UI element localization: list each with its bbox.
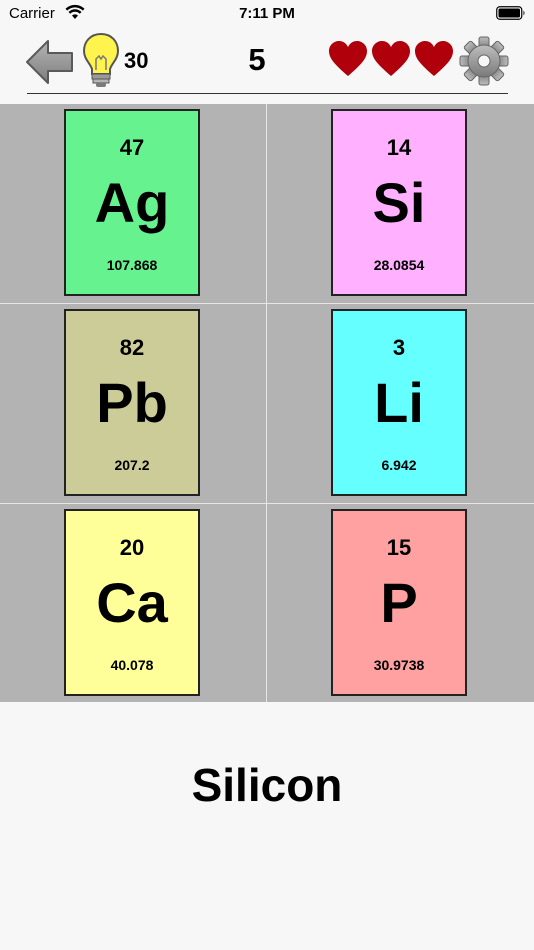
atomic-number: 47 [119,135,145,160]
heart-icon [372,41,410,76]
element-symbol: Ca [96,571,168,634]
atomic-mass: 107.868 [106,257,158,273]
atomic-number: 14 [386,135,412,160]
answer-option[interactable]: 82 Pb 207.2 [0,304,266,502]
settings-button[interactable] [459,36,509,86]
grid-divider [0,503,534,504]
atomic-number: 20 [119,535,145,560]
element-symbol: Ag [94,171,170,234]
battery-icon [496,6,526,24]
status-bar: Carrier 7:11 PM [0,0,534,28]
heart-icon [329,41,367,76]
question-area: Silicon [0,702,534,950]
answer-option[interactable]: 3 Li 6.942 [267,304,533,502]
atomic-number: 82 [119,335,145,360]
answer-option[interactable]: 15 P 30.9738 [267,504,533,702]
element-name-prompt: Silicon [191,759,343,811]
element-symbol: P [380,571,418,634]
element-tile: 20 Ca 40.078 [64,509,200,696]
element-symbol: Si [372,171,426,234]
gear-icon [459,36,509,86]
answer-grid: 47 Ag 107.868 14 Si 28.0854 82 Pb 207.2 … [0,104,534,702]
atomic-mass: 28.0854 [373,257,425,273]
atomic-mass: 30.9738 [373,657,425,673]
element-tile: 14 Si 28.0854 [331,109,467,296]
atomic-mass: 6.942 [381,457,417,473]
element-symbol: Li [374,371,424,434]
grid-divider [266,104,267,702]
atomic-number: 3 [392,335,406,360]
element-tile: 15 P 30.9738 [331,509,467,696]
answer-option[interactable]: 20 Ca 40.078 [0,504,266,702]
element-tile: 47 Ag 107.868 [64,109,200,296]
answer-option[interactable]: 47 Ag 107.868 [0,104,266,302]
element-symbol: Pb [96,371,168,434]
atomic-number: 15 [386,535,412,560]
element-tile: 3 Li 6.942 [331,309,467,496]
grid-divider [0,303,534,304]
atomic-mass: 40.078 [110,657,154,673]
answer-option[interactable]: 14 Si 28.0854 [267,104,533,302]
toolbar-divider [27,93,508,94]
atomic-mass: 207.2 [114,457,150,473]
status-time: 7:11 PM [239,5,295,22]
element-tile: 82 Pb 207.2 [64,309,200,496]
game-toolbar: 30 5 [0,28,534,94]
heart-icon [415,41,453,76]
